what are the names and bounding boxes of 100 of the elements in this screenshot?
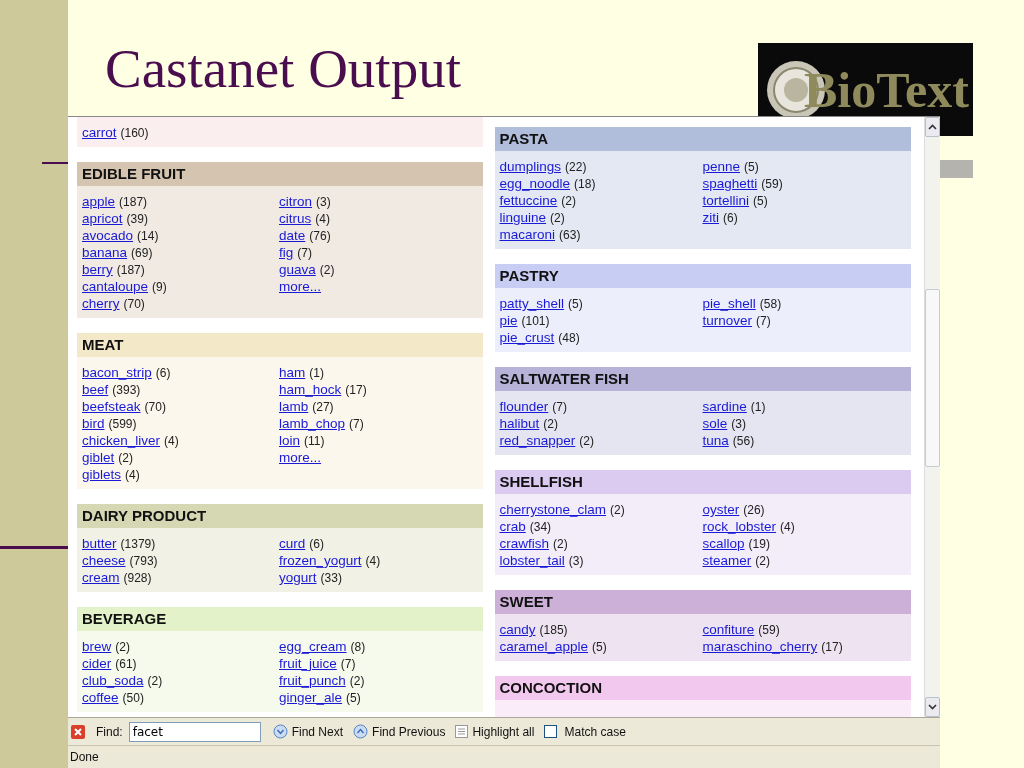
category-link[interactable]: fruit_punch [279,673,346,688]
category-link[interactable]: lamb [279,399,309,414]
find-next-button[interactable]: Find Next [270,724,346,739]
category-link[interactable]: more... [279,450,321,465]
category-link[interactable]: ham_hock [279,382,342,397]
category-link[interactable]: candy [499,622,536,637]
category-link[interactable]: pie_crust [499,330,555,345]
category-link[interactable]: avocado [82,228,134,243]
category-link[interactable]: fig [279,245,294,260]
list-icon [455,725,469,738]
category-link[interactable]: cherrystone_clam [499,502,607,517]
category-link[interactable]: cheese [82,553,126,568]
category-link[interactable]: caramel_apple [499,639,589,654]
category-link[interactable]: maraschino_cherry [702,639,818,654]
category-link[interactable]: pie [499,313,518,328]
match-case-checkbox[interactable]: Match case [542,724,628,739]
category-link[interactable]: more... [279,279,321,294]
item-count: (70) [123,297,145,311]
category-link[interactable]: sardine [702,399,747,414]
category-link[interactable]: scallop [702,536,745,551]
category-link[interactable]: halibut [499,416,540,431]
category-link[interactable]: pie_shell [702,296,756,311]
category-link[interactable]: dumplings [499,159,562,174]
category-link[interactable]: fruit_juice [279,656,337,671]
category-link[interactable]: crawfish [499,536,549,551]
category-link[interactable]: fettuccine [499,193,558,208]
category-link[interactable]: lamb_chop [279,416,346,431]
item-count: (2) [610,503,625,517]
item-count: (187) [116,263,145,277]
close-icon[interactable] [71,724,85,739]
category-link[interactable]: apricot [82,211,123,226]
section-header: DAIRY PRODUCT [77,504,483,528]
category-link[interactable]: rock_lobster [702,519,777,534]
item-count: (7) [340,657,356,671]
category-link[interactable]: yogurt [279,570,317,585]
section-header: EDIBLE FRUIT [77,162,483,186]
scroll-down-button[interactable] [925,697,940,718]
category-link[interactable]: club_soda [82,673,144,688]
category-link[interactable]: sole [702,416,728,431]
category-link[interactable]: giblets [82,467,122,482]
scroll-up-button[interactable] [925,117,940,137]
category-link[interactable]: steamer [702,553,752,568]
category-link[interactable]: cherry [82,296,120,311]
category-link[interactable]: patty_shell [499,296,565,311]
category-link[interactable]: linguine [499,210,547,225]
find-field[interactable]: facet [128,721,261,742]
category-link[interactable]: beef [82,382,109,397]
category-link[interactable]: confiture [702,622,755,637]
category-link[interactable]: cream [82,570,120,585]
category-link[interactable]: butter [82,536,117,551]
item-count: (14) [137,229,159,243]
category-link[interactable]: egg_cream [279,639,347,654]
category-link[interactable]: citrus [279,211,312,226]
category-link[interactable]: ziti [702,210,719,225]
category-link[interactable]: date [279,228,306,243]
category-link[interactable]: ham [279,365,306,380]
category-link[interactable]: flounder [499,399,549,414]
category-link[interactable]: carrot [82,125,117,140]
category-link[interactable]: penne [702,159,741,174]
category-link[interactable]: ginger_ale [279,690,343,705]
category-link[interactable]: macaroni [499,227,556,242]
scrollbar-thumb[interactable] [925,289,940,467]
category-link[interactable]: cider [82,656,112,671]
category-link[interactable]: apple [82,194,116,209]
item-count: (19) [748,537,770,551]
category-link[interactable]: berry [82,262,113,277]
item-count: (2) [319,263,335,277]
category-link[interactable]: frozen_yogurt [279,553,362,568]
category-link[interactable]: loin [279,433,300,448]
section-header: SHELLFISH [494,470,911,494]
category-link[interactable]: cantaloupe [82,279,149,294]
category-link[interactable]: oyster [702,502,740,517]
category-link[interactable]: red_snapper [499,433,576,448]
item-count: (2) [561,194,576,208]
category-link[interactable]: chicken_liver [82,433,161,448]
category-link[interactable]: banana [82,245,128,260]
category-link[interactable]: lobster_tail [499,553,565,568]
category-link[interactable]: brew [82,639,112,654]
item-count: (22) [565,160,587,174]
category-link[interactable]: egg_noodle [499,176,571,191]
category-link[interactable]: spaghetti [702,176,758,191]
category-link[interactable]: turnover [702,313,753,328]
highlight-all-button[interactable]: Highlight all [453,724,537,739]
category-link[interactable]: giblet [82,450,115,465]
category-link[interactable]: bird [82,416,105,431]
category-link[interactable]: curd [279,536,306,551]
category-link[interactable]: crab [499,519,526,534]
category-link[interactable]: guava [279,262,316,277]
item-count: (17) [821,640,843,654]
category-link[interactable]: tuna [702,433,729,448]
scrollbar[interactable] [924,117,940,718]
item-count: (101) [521,314,550,328]
category-link[interactable]: citron [279,194,312,209]
category-link[interactable]: bacon_strip [82,365,152,380]
category-link[interactable]: coffee [82,690,119,705]
category-link[interactable]: tortellini [702,193,750,208]
item-count: (58) [759,297,782,311]
category-link[interactable]: beefsteak [82,399,141,414]
find-previous-button[interactable]: Find Previous [351,724,448,739]
item-count: (63) [559,228,581,242]
